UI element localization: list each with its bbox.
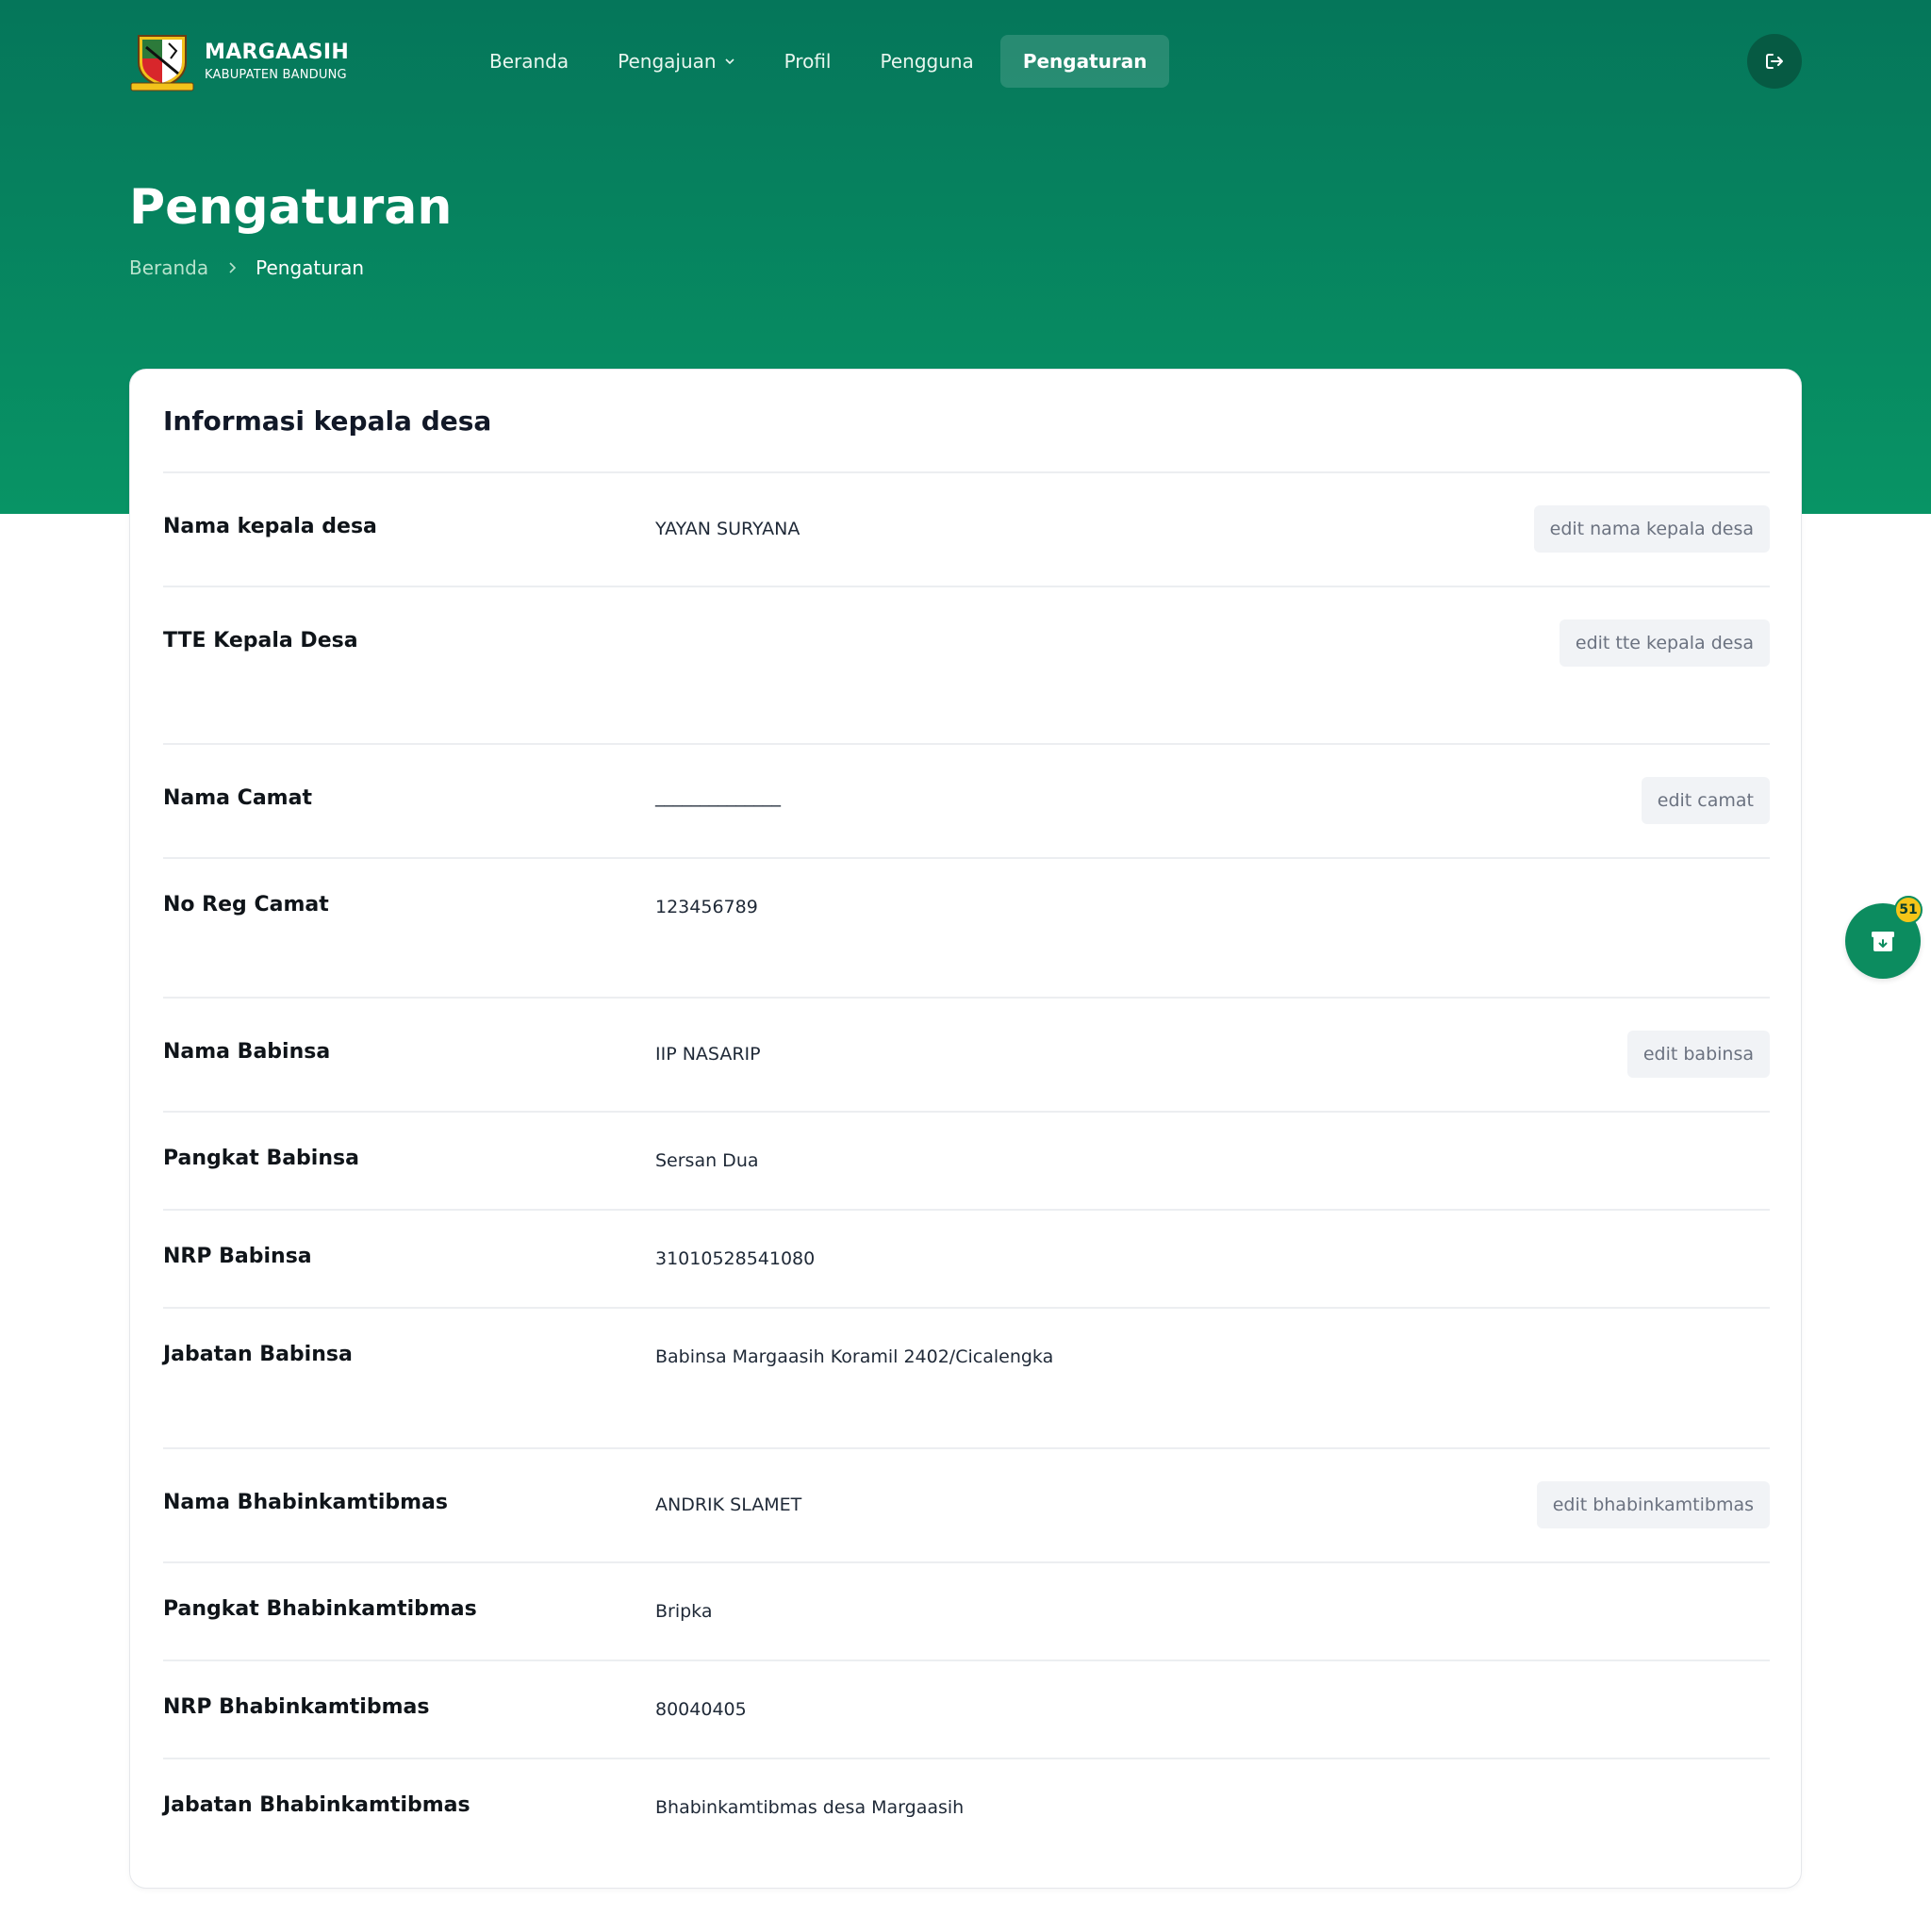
archive-download-icon: [1872, 932, 1894, 951]
row-label: Nama kepala desa: [163, 515, 377, 538]
nav-beranda-label: Beranda: [489, 50, 569, 73]
edit-bhabinkamtibmas-button[interactable]: edit bhabinkamtibmas: [1536, 1481, 1770, 1528]
logout-button[interactable]: [1747, 34, 1802, 89]
breadcrumb-home[interactable]: Beranda: [129, 256, 208, 279]
nav-beranda[interactable]: Beranda: [467, 35, 591, 88]
row-label: TTE Kepala Desa: [163, 629, 358, 652]
row-nama-babinsa: Nama Babinsa IIP NASARIP edit babinsa: [163, 997, 1770, 1111]
row-label: No Reg Camat: [163, 893, 329, 916]
row-label: Pangkat Bhabinkamtibmas: [163, 1597, 477, 1621]
nav-pengaturan[interactable]: Pengaturan: [999, 35, 1170, 88]
row-value: Sersan Dua: [655, 1150, 759, 1171]
card-title: Informasi kepala desa: [163, 405, 492, 437]
row-value: IIP NASARIP: [655, 1044, 761, 1065]
row-value: Bhabinkamtibmas desa Margaasih: [655, 1797, 965, 1818]
row-value: 31010528541080: [655, 1248, 816, 1269]
row-tte-kepala-desa: TTE Kepala Desa edit tte kepala desa: [163, 586, 1770, 743]
nav-pengguna[interactable]: Pengguna: [857, 35, 996, 88]
row-pangkat-babinsa: Pangkat Babinsa Sersan Dua: [163, 1111, 1770, 1209]
nav-pengguna-label: Pengguna: [880, 50, 974, 73]
notification-badge: 51: [1894, 896, 1923, 924]
nav-pengajuan[interactable]: Pengajuan: [595, 35, 757, 88]
row-nrp-babinsa: NRP Babinsa 31010528541080: [163, 1209, 1770, 1307]
row-label: Nama Camat: [163, 786, 312, 810]
edit-babinsa-button[interactable]: edit babinsa: [1626, 1031, 1770, 1078]
brand[interactable]: MARGAASIH KABUPATEN BANDUNG: [129, 30, 467, 92]
nav-profil-label: Profil: [784, 50, 832, 73]
row-label: NRP Bhabinkamtibmas: [163, 1695, 430, 1719]
row-jabatan-babinsa: Jabatan Babinsa Babinsa Margaasih Korami…: [163, 1307, 1770, 1447]
row-label: Pangkat Babinsa: [163, 1147, 359, 1170]
edit-tte-kepala-desa-button[interactable]: edit tte kepala desa: [1559, 619, 1770, 667]
top-navbar: MARGAASIH KABUPATEN BANDUNG Beranda Peng…: [129, 28, 1802, 94]
row-value: 80040405: [655, 1699, 747, 1720]
main-nav: Beranda Pengajuan Profil Pengguna Pengat…: [467, 35, 1173, 88]
row-nama-kepala-desa: Nama kepala desa YAYAN SURYANA edit nama…: [163, 471, 1770, 586]
kabupaten-logo: [130, 35, 194, 91]
row-pangkat-bhabinkamtibmas: Pangkat Bhabinkamtibmas Bripka: [163, 1561, 1770, 1660]
breadcrumb: Beranda Pengaturan: [129, 256, 364, 279]
row-label: Nama Bhabinkamtibmas: [163, 1491, 448, 1514]
row-label: NRP Babinsa: [163, 1245, 312, 1268]
logout-icon: [1766, 54, 1783, 69]
row-value: Bripka: [655, 1601, 713, 1622]
settings-card: Informasi kepala desa Nama kepala desa Y…: [129, 369, 1802, 1889]
row-nama-camat: Nama Camat ______________ edit camat: [163, 743, 1770, 857]
nav-pengajuan-label: Pengajuan: [618, 50, 717, 73]
edit-nama-kepala-desa-button[interactable]: edit nama kepala desa: [1533, 505, 1770, 553]
brand-name: MARGAASIH: [205, 41, 350, 64]
row-label: Nama Babinsa: [163, 1040, 331, 1064]
nav-pengaturan-label: Pengaturan: [1022, 50, 1147, 73]
brand-subtitle: KABUPATEN BANDUNG: [205, 68, 347, 82]
row-value: 123456789: [655, 897, 758, 917]
page-title: Pengaturan: [129, 179, 453, 236]
row-value: YAYAN SURYANA: [655, 519, 800, 539]
row-label: Jabatan Babinsa: [163, 1343, 353, 1366]
edit-camat-button[interactable]: edit camat: [1641, 777, 1770, 824]
nav-profil[interactable]: Profil: [762, 35, 854, 88]
row-jabatan-bhabinkamtibmas: Jabatan Bhabinkamtibmas Bhabinkamtibmas …: [163, 1758, 1770, 1871]
row-nrp-bhabinkamtibmas: NRP Bhabinkamtibmas 80040405: [163, 1660, 1770, 1758]
breadcrumb-current: Pengaturan: [256, 256, 365, 279]
chevron-down-icon: [725, 58, 734, 65]
chevron-right-icon: [229, 262, 237, 273]
row-value: ANDRIK SLAMET: [655, 1494, 802, 1515]
row-value: ______________: [655, 786, 781, 807]
row-value: Babinsa Margaasih Koramil 2402/Cicalengk…: [655, 1346, 1054, 1367]
row-no-reg-camat: No Reg Camat 123456789: [163, 857, 1770, 997]
row-nama-bhabinkamtibmas: Nama Bhabinkamtibmas ANDRIK SLAMET edit …: [163, 1447, 1770, 1561]
row-label: Jabatan Bhabinkamtibmas: [163, 1793, 470, 1817]
